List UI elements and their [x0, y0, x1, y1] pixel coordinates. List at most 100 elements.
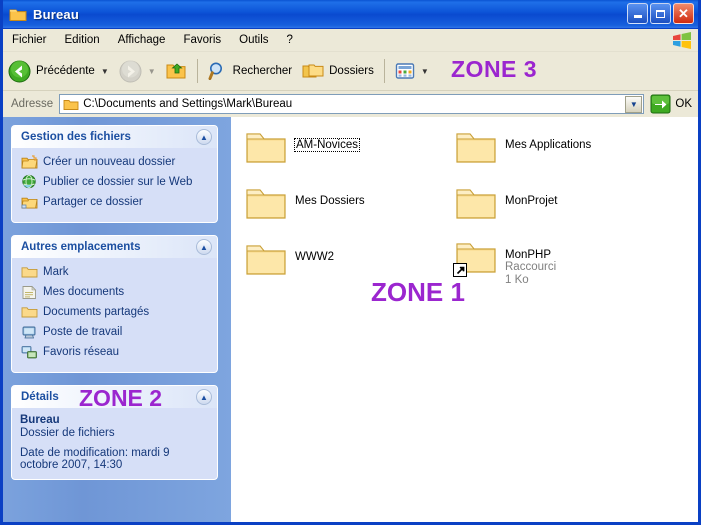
file-size: 1 Ko: [505, 274, 529, 286]
address-dropdown-icon[interactable]: ▼: [625, 96, 643, 113]
close-icon: ✕: [678, 5, 689, 21]
window-body: Gestion des fichiers ▲ Créer un nouveau …: [3, 117, 698, 522]
menu-item-help[interactable]: ?: [278, 32, 302, 48]
task-publish-web[interactable]: Publier ce dossier sur le Web: [20, 174, 211, 190]
chevron-up-icon[interactable]: ▲: [196, 129, 212, 145]
menu-item-affichage[interactable]: Affichage: [109, 32, 175, 48]
panel-title: Autres emplacements: [21, 241, 141, 253]
back-arrow-icon: [8, 60, 31, 82]
forward-dropdown-icon: ▼: [147, 66, 156, 76]
place-my-computer[interactable]: Poste de travail: [20, 324, 211, 340]
title-bar: Bureau ✕: [3, 0, 698, 29]
file-list[interactable]: AM-Novices Mes Applications Mes Dossiers…: [231, 117, 698, 522]
folder-icon: [20, 264, 38, 280]
folders-icon: [302, 64, 324, 77]
file-item-mes-dossiers[interactable]: Mes Dossiers: [243, 181, 365, 225]
go-button[interactable]: OK: [650, 94, 692, 114]
toolbar-separator-2: [383, 59, 385, 83]
chevron-up-icon[interactable]: ▲: [196, 389, 212, 405]
windows-logo-icon: [668, 30, 696, 50]
back-dropdown-icon[interactable]: ▼: [101, 67, 109, 76]
shortcut-folder-icon: [453, 235, 499, 279]
close-button[interactable]: ✕: [673, 3, 694, 24]
panel-title: Détails: [21, 391, 59, 403]
menu-item-favoris[interactable]: Favoris: [174, 32, 230, 48]
details-item-name: Bureau: [20, 414, 60, 426]
place-my-documents[interactable]: Mes documents: [20, 284, 211, 300]
file-label-group: Mes Applications: [505, 125, 591, 151]
menu-bar: Fichier Edition Affichage Favoris Outils…: [3, 29, 698, 52]
computer-icon: [20, 324, 38, 340]
task-label: Publier ce dossier sur le Web: [43, 176, 193, 188]
zone-2-annotation: ZONE 2: [79, 385, 163, 411]
file-item-mes-applications[interactable]: Mes Applications: [453, 125, 591, 169]
menu-item-outils[interactable]: Outils: [230, 32, 277, 48]
folder-icon: [453, 125, 499, 169]
file-item-am-novices[interactable]: AM-Novices: [243, 125, 360, 169]
file-label-group: AM-Novices: [294, 125, 360, 152]
details-item-type: Dossier de fichiers: [20, 427, 115, 439]
documents-icon: [20, 284, 38, 300]
task-label: Créer un nouveau dossier: [43, 156, 176, 168]
place-mark[interactable]: Mark: [20, 264, 211, 280]
menu-item-edition[interactable]: Edition: [56, 32, 109, 48]
file-name: MonProjet: [505, 195, 558, 207]
new-folder-icon: [20, 154, 38, 170]
go-arrow-icon: [650, 94, 671, 114]
globe-icon: [20, 174, 38, 190]
file-label-group: Mes Dossiers: [295, 181, 365, 207]
up-button[interactable]: [161, 54, 192, 88]
file-name: MonPHP: [505, 249, 552, 261]
go-label: OK: [675, 98, 692, 110]
place-network[interactable]: Favoris réseau: [20, 344, 211, 360]
task-new-folder[interactable]: Créer un nouveau dossier: [20, 154, 211, 170]
file-name: WWW2: [295, 251, 334, 263]
menu-item-fichier[interactable]: Fichier: [3, 32, 56, 48]
shared-folder-icon: [20, 194, 38, 210]
task-share-folder[interactable]: Partager ce dossier: [20, 194, 211, 210]
search-icon: [208, 62, 222, 80]
panel-file-tasks-body: Créer un nouveau dossier Publier ce doss…: [12, 148, 217, 222]
maximize-button[interactable]: [650, 3, 671, 24]
file-item-monphp[interactable]: MonPHP Raccourci 1 Ko: [453, 235, 556, 287]
zone-3-annotation: ZONE 3: [451, 56, 538, 82]
panel-title: Gestion des fichiers: [21, 131, 131, 143]
file-item-www2[interactable]: WWW2: [243, 237, 334, 281]
task-label: Partager ce dossier: [43, 196, 143, 208]
file-label-group: MonPHP Raccourci 1 Ko: [505, 235, 556, 287]
toolbar-separator: [196, 59, 198, 83]
forward-arrow-icon: [119, 60, 142, 82]
minimize-button[interactable]: [627, 3, 648, 24]
search-button[interactable]: Rechercher: [203, 54, 297, 88]
place-label: Favoris réseau: [43, 346, 120, 358]
back-button[interactable]: Précédente ▼: [3, 54, 114, 88]
place-label: Mes documents: [43, 286, 125, 298]
address-folder-icon: [63, 98, 79, 111]
address-label: Adresse: [11, 98, 54, 110]
folders-label: Dossiers: [329, 65, 374, 77]
place-shared-documents[interactable]: Documents partagés: [20, 304, 211, 320]
up-folder-icon: [166, 63, 186, 79]
folders-button[interactable]: Dossiers: [297, 54, 379, 88]
window-controls: ✕: [627, 3, 694, 24]
task-pane: Gestion des fichiers ▲ Créer un nouveau …: [3, 117, 231, 522]
details-spacer: [20, 439, 211, 446]
chevron-up-icon[interactable]: ▲: [196, 239, 212, 255]
place-label: Documents partagés: [43, 306, 150, 318]
views-button[interactable]: ▼: [390, 54, 434, 88]
address-bar: Adresse C:\Documents and Settings\Mark\B…: [3, 91, 698, 118]
file-name: Mes Applications: [505, 139, 592, 151]
place-label: Poste de travail: [43, 326, 123, 338]
file-name: Mes Dossiers: [295, 195, 365, 207]
file-label-group: MonProjet: [505, 181, 557, 207]
folder-icon: [20, 304, 38, 320]
zone-1-annotation: ZONE 1: [371, 277, 465, 307]
file-subtype: Raccourci: [505, 261, 557, 273]
panel-other-places-header: Autres emplacements ▲: [12, 236, 217, 258]
file-item-monprojet[interactable]: MonProjet: [453, 181, 557, 225]
views-dropdown-icon[interactable]: ▼: [421, 67, 429, 76]
panel-other-places: Autres emplacements ▲ Mark Mes documents…: [11, 235, 218, 373]
file-name: AM-Novices: [294, 138, 360, 152]
window-folder-icon: [9, 7, 27, 22]
address-input[interactable]: C:\Documents and Settings\Mark\Bureau ▼: [59, 94, 645, 114]
